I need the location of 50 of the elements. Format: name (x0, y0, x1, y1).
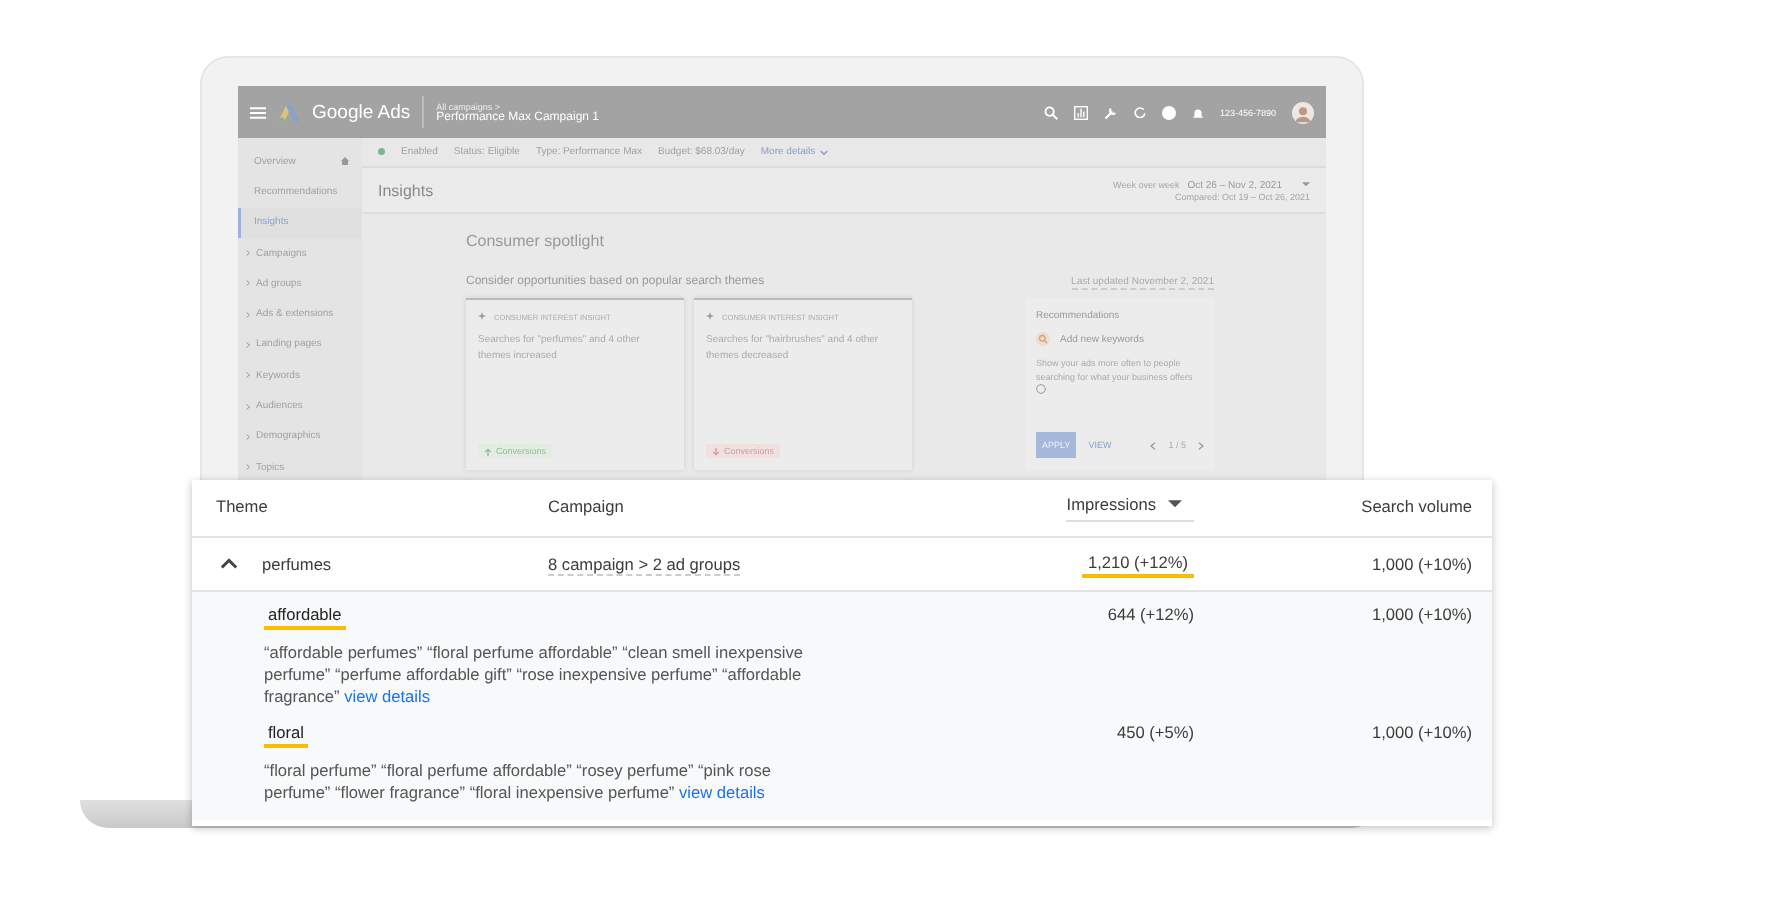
logo-icon (278, 103, 300, 121)
chevron-down-icon (819, 149, 828, 155)
reports-icon[interactable] (1073, 105, 1088, 119)
search-volume-value: 1,000 (+10%) (1371, 604, 1472, 624)
impressions-value: 1,210 (+12%) (1081, 551, 1194, 577)
search-volume-value: 1,000 (+10%) (1371, 554, 1472, 574)
search-volume-value: 1,000 (+10%) (1371, 722, 1472, 743)
view-details-link[interactable]: view details (344, 685, 431, 706)
column-header[interactable]: Impressions (1066, 494, 1194, 522)
column-header[interactable]: Search volume (1361, 495, 1472, 521)
column-header[interactable]: Campaign (548, 495, 624, 521)
theme-name: perfumes (262, 554, 332, 574)
impressions-value: 644 (+12%) (1107, 604, 1194, 624)
wrench-icon[interactable] (1103, 105, 1118, 119)
chevron-left-icon[interactable] (1150, 441, 1157, 449)
caret-icon (246, 280, 250, 287)
search-terms: “affordable perfumes” “floral perfume affordable” “clean smell inexpensive perfume” “perfume affordable gift” “rose inexpensive perfume” “affordable fragrance” view details (264, 642, 805, 707)
sparkle-icon (478, 312, 488, 322)
page-title: Insights (378, 181, 434, 199)
sparkle-icon (706, 312, 716, 322)
column-header[interactable]: Theme (216, 495, 268, 521)
caret-icon (246, 433, 250, 440)
search-icon (1036, 332, 1050, 346)
caret-icon (246, 372, 250, 379)
arrow-up-icon (484, 447, 492, 455)
caret-icon (246, 250, 250, 257)
sort-icon (1168, 499, 1182, 509)
home-icon (340, 156, 350, 167)
impressions-value: 450 (+5%) (1116, 722, 1194, 743)
caret-icon (246, 403, 250, 410)
status-dot-icon (378, 148, 385, 156)
product-name: Google Ads (312, 101, 411, 123)
caret-icon (246, 464, 250, 471)
theme-name: affordable (264, 604, 346, 630)
search-terms: “floral perfume” “floral perfume affordable” “rosey perfume” “pink rose perfume” “flower fragrance” “floral inexpensive perfume” view details (264, 760, 773, 804)
caret-icon (246, 311, 250, 318)
caret-icon (246, 341, 250, 348)
view-details-link[interactable]: view details (679, 782, 765, 803)
avatar-icon[interactable] (1292, 101, 1314, 123)
dropdown-icon[interactable] (1302, 182, 1310, 188)
bell-icon[interactable] (1191, 105, 1204, 119)
chevron-up-icon[interactable] (220, 558, 238, 570)
refresh-icon[interactable] (1133, 106, 1146, 118)
section-title: Consumer spotlight (466, 232, 606, 250)
chevron-right-icon[interactable] (1198, 441, 1204, 449)
arrow-down-icon (712, 447, 720, 455)
search-icon[interactable] (1043, 105, 1058, 119)
theme-name: floral (264, 722, 308, 749)
campaign-link[interactable]: 8 campaign > 2 ad groups (548, 553, 741, 575)
menu-icon[interactable] (250, 105, 266, 119)
